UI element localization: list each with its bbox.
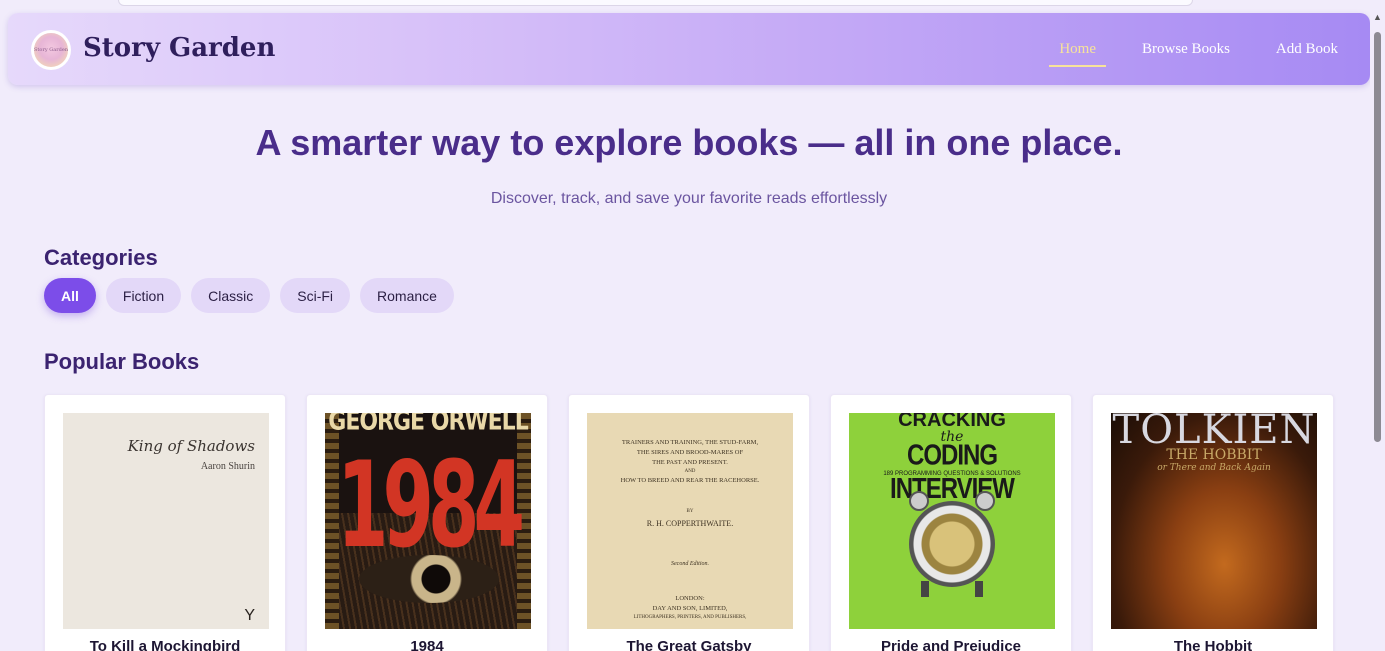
cover-subtitle: or There and Back Again xyxy=(1157,463,1271,473)
cover-line: DAY AND SON, LIMITED, xyxy=(652,605,728,612)
book-cover[interactable]: TOLKIEN THE HOBBIT or There and Back Aga… xyxy=(1111,413,1317,629)
cover-line: THE SIRES AND BROOD-MARES OF xyxy=(636,449,744,456)
logo-text: Story Garden xyxy=(34,47,68,53)
cover-title: 1984 xyxy=(337,437,525,575)
browser-top-strip xyxy=(0,0,1385,10)
cover-line: Second Edition. xyxy=(671,561,709,567)
category-chip-classic[interactable]: Classic xyxy=(191,278,271,313)
alarm-bell-icon xyxy=(975,491,995,511)
cover-title: THE HOBBIT xyxy=(1166,447,1262,463)
book-cover[interactable]: King of Shadows Aaron Shurin Y xyxy=(63,413,269,629)
eye-illustration xyxy=(359,555,499,603)
category-chip-fiction[interactable]: Fiction xyxy=(105,278,182,313)
cover-author: GEORGE ORWELL xyxy=(328,413,528,437)
book-card[interactable]: GEORGE ORWELL 1984 1984 xyxy=(306,394,548,651)
hero-title: A smarter way to explore books — all in … xyxy=(255,122,1123,163)
nav-home-link[interactable]: Home xyxy=(1049,41,1106,67)
publisher-mark-icon: Y xyxy=(244,607,255,624)
alarm-clock-icon xyxy=(909,501,995,587)
category-chips: All Fiction Classic Sci-Fi Romance xyxy=(44,278,454,313)
vertical-scrollbar[interactable]: ▲ xyxy=(1370,10,1385,651)
book-cover[interactable]: GEORGE ORWELL 1984 xyxy=(325,413,531,629)
main-nav: Home Browse Books Add Book xyxy=(1049,13,1338,85)
nav-add-book-link[interactable]: Add Book xyxy=(1276,41,1338,58)
book-title[interactable]: The Great Gatsby xyxy=(569,638,809,651)
nav-browse-books-link[interactable]: Browse Books xyxy=(1142,41,1230,58)
categories-heading: Categories xyxy=(44,245,158,270)
cover-line: THE PAST AND PRESENT. xyxy=(652,459,728,466)
category-chip-romance[interactable]: Romance xyxy=(360,278,454,313)
scrollbar-thumb[interactable] xyxy=(1374,32,1381,442)
cover-line: BY xyxy=(686,509,694,514)
book-card[interactable]: King of Shadows Aaron Shurin Y To Kill a… xyxy=(44,394,286,651)
popular-books-heading: Popular Books xyxy=(44,349,200,374)
book-card[interactable]: TRAINERS AND TRAINING, THE STUD-FARM, TH… xyxy=(568,394,810,651)
category-chip-sci-fi[interactable]: Sci-Fi xyxy=(280,278,351,313)
book-title[interactable]: Pride and Prejudice xyxy=(831,638,1071,651)
scroll-up-arrow-icon[interactable]: ▲ xyxy=(1373,12,1382,22)
cover-author: Aaron Shurin xyxy=(200,461,255,472)
navbar: Story Garden Story Garden Home Browse Bo… xyxy=(8,13,1370,85)
cover-subtitle: 189 PROGRAMMING QUESTIONS & SOLUTIONS xyxy=(883,471,1021,477)
cover-line: TRAINERS AND TRAINING, THE STUD-FARM, xyxy=(621,439,759,446)
category-chip-all[interactable]: All xyxy=(44,278,96,313)
book-cover[interactable]: TRAINERS AND TRAINING, THE STUD-FARM, TH… xyxy=(587,413,793,629)
logo[interactable]: Story Garden xyxy=(31,30,71,70)
book-grid: King of Shadows Aaron Shurin Y To Kill a… xyxy=(44,394,1334,651)
clock-leg xyxy=(921,581,929,597)
book-title[interactable]: To Kill a Mockingbird xyxy=(45,638,285,651)
clock-leg xyxy=(975,581,983,597)
cover-line: HOW TO BREED AND REAR THE RACEHORSE. xyxy=(620,477,760,484)
alarm-bell-icon xyxy=(909,491,929,511)
book-cover[interactable]: CRACKING the CODING INTERVIEW 189 PROGRA… xyxy=(849,413,1055,629)
address-bar-edge xyxy=(118,0,1193,6)
book-card[interactable]: TOLKIEN THE HOBBIT or There and Back Aga… xyxy=(1092,394,1334,651)
cover-title: King of Shadows xyxy=(127,437,255,455)
hero-subtitle: Discover, track, and save your favorite … xyxy=(490,190,888,207)
book-card[interactable]: CRACKING the CODING INTERVIEW 189 PROGRA… xyxy=(830,394,1072,651)
cover-line: LITHOGRAPHERS, PRINTERS, AND PUBLISHERS, xyxy=(633,615,747,620)
cover-line: LONDON: xyxy=(675,595,705,602)
book-title[interactable]: 1984 xyxy=(307,638,547,651)
cover-line: R. H. COPPERTHWAITE. xyxy=(646,519,734,528)
book-title[interactable]: The Hobbit xyxy=(1093,638,1333,651)
cover-line: AND xyxy=(684,469,696,474)
brand-name[interactable]: Story Garden xyxy=(83,33,275,63)
